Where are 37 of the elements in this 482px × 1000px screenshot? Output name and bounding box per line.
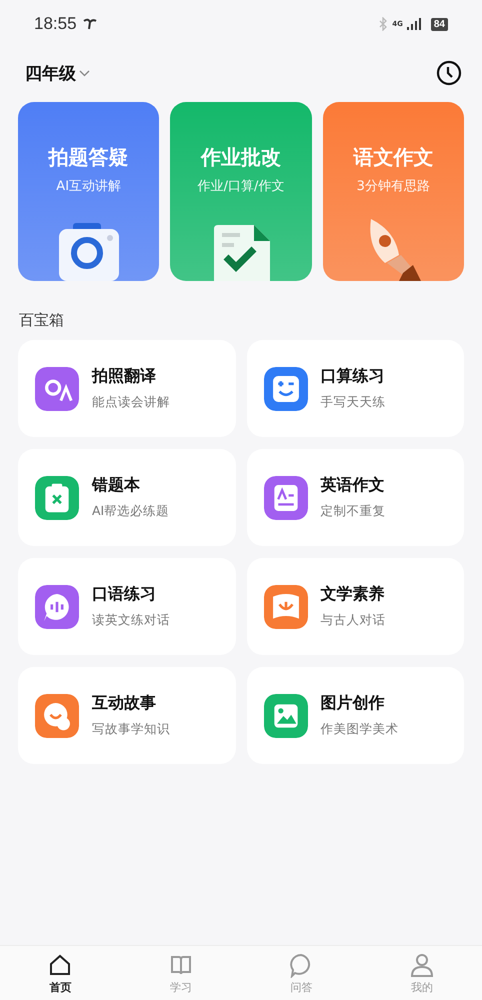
tool-title: 互动故事 [92,693,157,714]
tool-subtitle: 作美图学美术 [320,721,398,738]
grade-selector[interactable]: 四年级 [25,62,90,84]
tool-title: 图片创作 [320,693,386,714]
tool-title: 拍照翻译 [92,366,157,387]
tool-title: 文学素养 [320,584,386,605]
carrier-icon [82,18,97,30]
tool-title: 错题本 [92,475,141,496]
chevron-down-icon [79,70,90,76]
tool-subtitle: 能点读会讲解 [92,394,170,411]
tool-subtitle: 手写天天练 [320,394,386,411]
document-check-icon [212,223,270,281]
tool-card[interactable]: 英语作文 定制不重复 [246,449,464,546]
tool-card[interactable]: 图片创作 作美图学美术 [246,667,464,764]
tool-title: 英语作文 [320,475,386,496]
tool-subtitle: 读英文练对话 [92,612,170,629]
tool-subtitle: 与古人对话 [320,612,386,629]
section-title: 百宝箱 [19,311,65,330]
history-icon[interactable] [436,60,462,86]
tool-title: 口语练习 [92,584,157,605]
tool-card[interactable]: 拍照翻译 能点读会讲解 [18,340,236,437]
tool-subtitle: AI帮选必练题 [92,503,170,520]
tool-subtitle: 写故事学知识 [92,721,170,738]
tool-subtitle: 定制不重复 [320,503,386,520]
tool-title: 口算练习 [320,366,386,387]
status-time: 18:55 [34,14,77,34]
signal-icon [406,18,421,30]
tool-card[interactable]: 错题本 AI帮选必练题 [18,449,236,546]
battery-level: 84 [430,18,448,30]
tool-card[interactable]: 口语练习 读英文练对话 [18,558,236,655]
camera-icon [56,223,121,281]
person-icon [408,952,435,978]
tab-item[interactable]: 首页 [0,946,120,1000]
tool-card[interactable]: 文学素养 与古人对话 [246,558,464,655]
tool-card[interactable]: 口算练习 手写天天练 [246,340,464,437]
bluetooth-icon [379,17,388,31]
tool-card[interactable]: 互动故事 写故事学知识 [18,667,236,764]
